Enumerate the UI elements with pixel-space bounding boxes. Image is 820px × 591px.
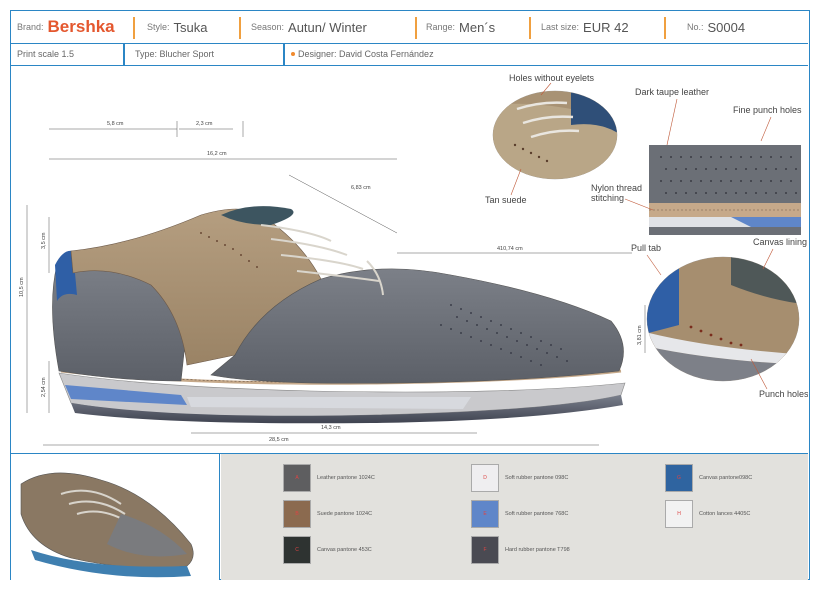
swatch-label: Soft rubber pantone 768C <box>505 511 569 517</box>
swatch-label: Hard rubber pantone T798 <box>505 547 570 553</box>
swatch-code: B <box>295 511 299 517</box>
swatch-code: E <box>483 511 487 517</box>
spec-sheet: Brand: Bershka Style: Tsuka Season: Autu… <box>10 10 810 580</box>
callout-fine-punch: Fine punch holes <box>733 105 802 115</box>
range-label: Range: <box>426 22 456 32</box>
dimension-label: 10,5 cm <box>19 277 25 297</box>
swatch-label: Leather pantone 1024C <box>317 475 375 481</box>
range-field: Range: Men´s <box>426 11 495 43</box>
swatch-a: A Leather pantone 1024C <box>283 464 375 492</box>
bullet-icon <box>291 52 295 56</box>
swatch-label: Soft rubber pantone 098C <box>505 475 569 481</box>
swatch-code: G <box>677 475 681 481</box>
dimension-label: 2,54 cm <box>41 377 47 397</box>
swatch-chip: E <box>471 500 499 528</box>
callout-dark-taupe: Dark taupe leather <box>635 87 709 97</box>
separator <box>239 17 241 39</box>
technical-drawing: 5,8 cm 2,3 cm 16,2 cm 6,83 cm 410,74 cm … <box>19 73 808 446</box>
swatch-chip: G <box>665 464 693 492</box>
swatch-e: E Soft rubber pantone 768C <box>471 500 568 528</box>
number-field: No.: S0004 <box>687 11 745 43</box>
designer-field: Designer: David Costa Fernández <box>291 43 434 65</box>
separator <box>133 17 135 39</box>
swatch-g: G Canvas pantone098C <box>665 464 752 492</box>
color-palette: A Leather pantone 1024C B Suede pantone … <box>221 454 808 580</box>
shoe-thumbnail <box>20 472 194 578</box>
callout-nylon-1: Nylon thread <box>591 183 642 193</box>
material-section: A Leather pantone 1024C B Suede pantone … <box>11 453 808 580</box>
swatch-d: D Soft rubber pantone 098C <box>471 464 568 492</box>
callout-nylon-2: stitching <box>591 193 624 203</box>
shoe-illustration <box>52 206 626 424</box>
callout-holes: Holes without eyelets <box>509 73 595 83</box>
swatch-chip: H <box>665 500 693 528</box>
swatch-chip: B <box>283 500 311 528</box>
swatch-chip: D <box>471 464 499 492</box>
dimension-label: 28,5 cm <box>269 437 289 443</box>
callout-tan-suede: Tan suede <box>485 195 527 205</box>
brand-value: Bershka <box>47 17 115 36</box>
swatch-code: D <box>483 475 487 481</box>
number-value: S0004 <box>707 19 746 35</box>
swatch-label: Canvas pantone098C <box>699 475 753 481</box>
dimension-label: 3,81 cm <box>637 325 643 345</box>
divider <box>123 43 125 65</box>
dimension-label: 5,8 cm <box>107 121 124 127</box>
divider <box>283 43 285 65</box>
print-scale: Print scale 1.5 <box>17 43 74 65</box>
detail-heel <box>646 256 800 382</box>
last-size-field: Last size: EUR 42 <box>541 11 629 43</box>
last-size-label: Last size: <box>541 22 580 32</box>
separator <box>415 17 417 39</box>
separator <box>664 17 666 39</box>
dimension-label: 16,2 cm <box>207 151 227 157</box>
season-label: Season: <box>251 22 285 32</box>
season-value: Autun/ Winter <box>288 19 367 35</box>
dimension-label: 410,74 cm <box>497 246 523 252</box>
swatch-f: F Hard rubber pantone T798 <box>471 536 570 564</box>
range-value: Men´s <box>459 19 496 35</box>
header-row: Brand: Bershka Style: Tsuka Season: Autu… <box>11 11 808 44</box>
swatch-b: B Suede pantone 1024C <box>283 500 372 528</box>
detail-eyelets <box>492 90 618 180</box>
swatch-code: A <box>295 475 299 481</box>
style-field: Style: Tsuka <box>147 11 207 43</box>
season-field: Season: Autun/ Winter <box>251 11 367 43</box>
swatch-code: F <box>483 547 487 553</box>
swatch-code: H <box>677 511 681 517</box>
swatch-c: C Canvas pantone 453C <box>283 536 372 564</box>
swatch-chip: F <box>471 536 499 564</box>
designer-text: Designer: David Costa Fernández <box>298 49 434 59</box>
brand-label: Brand: <box>17 22 44 32</box>
number-label: No.: <box>687 22 704 32</box>
swatch-chip: A <box>283 464 311 492</box>
dimension-label: 14,3 cm <box>321 425 341 431</box>
callout-pull-tab: Pull tab <box>631 243 661 253</box>
swatch-h: H Cotton lances 4405C <box>665 500 750 528</box>
detail-leather <box>649 145 801 235</box>
style-value: Tsuka <box>173 19 208 35</box>
last-size-value: EUR 42 <box>583 19 629 35</box>
callout-canvas-lining: Canvas lining <box>753 237 807 247</box>
dimension-label: 2,3 cm <box>196 121 213 127</box>
print-scale-text: Print scale 1.5 <box>17 49 75 59</box>
type-field: Type: Blucher Sport <box>135 43 214 65</box>
style-label: Style: <box>147 22 170 32</box>
swatch-label: Cotton lances 4405C <box>699 511 751 517</box>
swatch-label: Canvas pantone 453C <box>317 547 372 553</box>
subheader-row: Print scale 1.5 Type: Blucher Sport Desi… <box>11 43 808 66</box>
dimension-label: 3,5 cm <box>41 232 47 249</box>
separator <box>529 17 531 39</box>
swatch-chip: C <box>283 536 311 564</box>
swatch-code: C <box>295 547 299 553</box>
dimension-label: 6,83 cm <box>351 185 371 191</box>
type-text: Type: Blucher Sport <box>135 49 215 59</box>
swatch-label: Suede pantone 1024C <box>317 511 373 517</box>
brand-field: Brand: Bershka <box>17 11 115 43</box>
shoe-photo <box>11 454 220 580</box>
callout-punch-holes: Punch holes <box>759 389 808 399</box>
